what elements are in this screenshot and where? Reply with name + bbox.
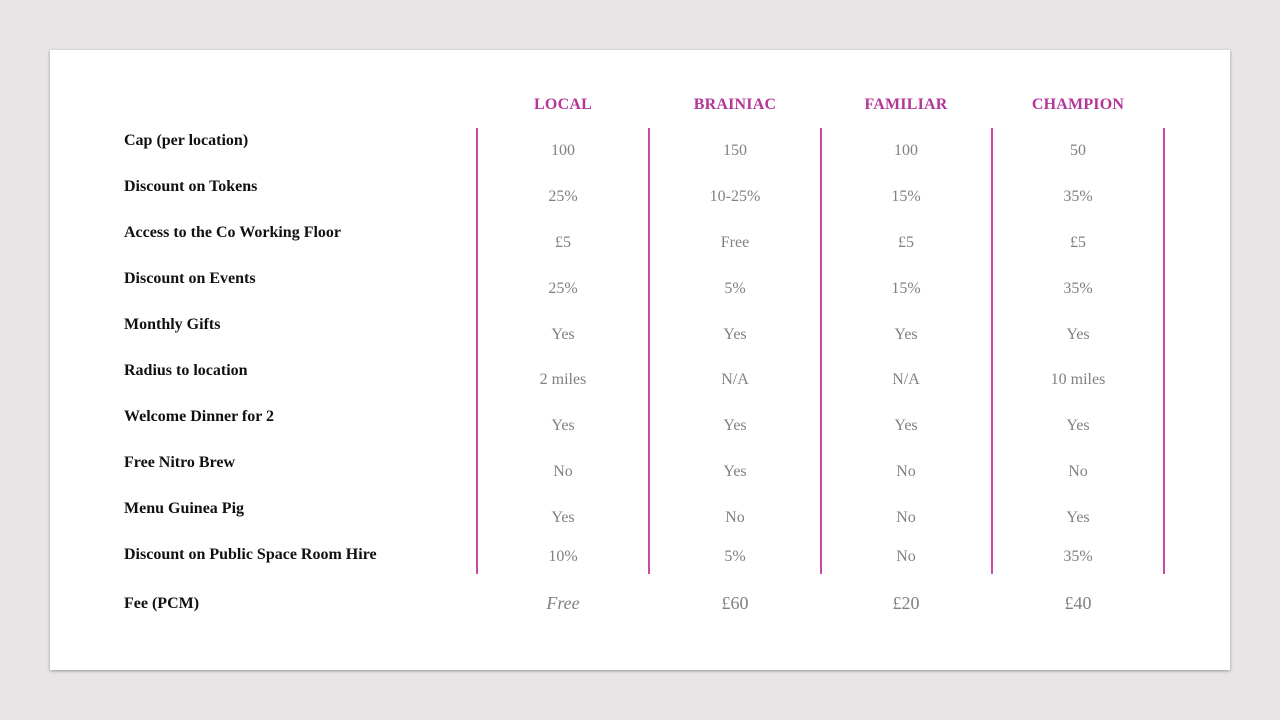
- cell-champion: No: [1068, 463, 1088, 480]
- cell-local: Yes: [551, 326, 575, 343]
- cell-champion: Yes: [1066, 417, 1090, 434]
- cell-champion: 35%: [1063, 188, 1093, 205]
- cell-champion: 35%: [1063, 548, 1093, 565]
- cell-local: 10%: [548, 548, 578, 565]
- cell-familiar: 100: [894, 142, 918, 159]
- cell-brainiac: Yes: [723, 326, 747, 343]
- cell-familiar: No: [896, 548, 916, 565]
- cell-brainiac: 10-25%: [709, 188, 761, 205]
- row-label-menu-guinea-pig: Menu Guinea Pig: [124, 500, 245, 517]
- cell-familiar: 15%: [891, 280, 921, 297]
- row-label-monthly-gifts: Monthly Gifts: [124, 316, 221, 333]
- cell-brainiac: 150: [723, 142, 747, 159]
- cell-brainiac: N/A: [721, 371, 749, 388]
- row-label-coworking-access: Access to the Co Working Floor: [124, 224, 342, 241]
- cell-familiar: No: [896, 509, 916, 526]
- column-header-brainiac: BRAINIAC: [693, 96, 777, 113]
- cell-champion: 50: [1070, 142, 1086, 159]
- cell-brainiac: Yes: [723, 463, 747, 480]
- row-label-welcome-dinner: Welcome Dinner for 2: [124, 408, 275, 425]
- fee-champion: £40: [1064, 593, 1092, 613]
- cell-brainiac: 5%: [724, 280, 746, 297]
- row-label-nitro-brew: Free Nitro Brew: [124, 454, 236, 471]
- cell-brainiac: Yes: [723, 417, 747, 434]
- row-label-radius: Radius to location: [124, 362, 248, 379]
- cell-familiar: No: [896, 463, 916, 480]
- row-label-room-hire: Discount on Public Space Room Hire: [124, 546, 377, 563]
- cell-familiar: £5: [898, 234, 914, 251]
- cell-local: 100: [551, 142, 575, 159]
- cell-champion: 35%: [1063, 280, 1093, 297]
- cell-familiar: Yes: [894, 326, 918, 343]
- cell-familiar: Yes: [894, 417, 918, 434]
- cell-local: 25%: [548, 188, 578, 205]
- cell-familiar: 15%: [891, 188, 921, 205]
- column-header-familiar: FAMILIAR: [864, 96, 948, 113]
- cell-local: Yes: [551, 417, 575, 434]
- cell-local: £5: [555, 234, 571, 251]
- cell-champion: Yes: [1066, 509, 1090, 526]
- cell-local: 25%: [548, 280, 578, 297]
- row-label-fee: Fee (PCM): [124, 595, 200, 612]
- cell-champion: 10 miles: [1050, 371, 1106, 388]
- column-header-champion: CHAMPION: [1031, 96, 1125, 113]
- cell-local: 2 miles: [539, 371, 587, 388]
- cell-champion: Yes: [1066, 326, 1090, 343]
- cell-local: No: [553, 463, 573, 480]
- cell-local: Yes: [551, 509, 575, 526]
- fee-brainiac: £60: [721, 593, 749, 613]
- cell-champion: £5: [1070, 234, 1086, 251]
- cell-familiar: N/A: [892, 371, 920, 388]
- row-label-cap: Cap (per location): [124, 132, 249, 149]
- cell-brainiac: Free: [720, 234, 750, 251]
- cell-brainiac: 5%: [724, 548, 746, 565]
- row-label-discount-events: Discount on Events: [124, 270, 256, 287]
- row-label-discount-tokens: Discount on Tokens: [124, 178, 258, 195]
- fee-familiar: £20: [892, 593, 920, 613]
- cell-brainiac: No: [725, 509, 745, 526]
- fee-local: Free: [546, 593, 580, 613]
- column-header-local: LOCAL: [534, 96, 592, 113]
